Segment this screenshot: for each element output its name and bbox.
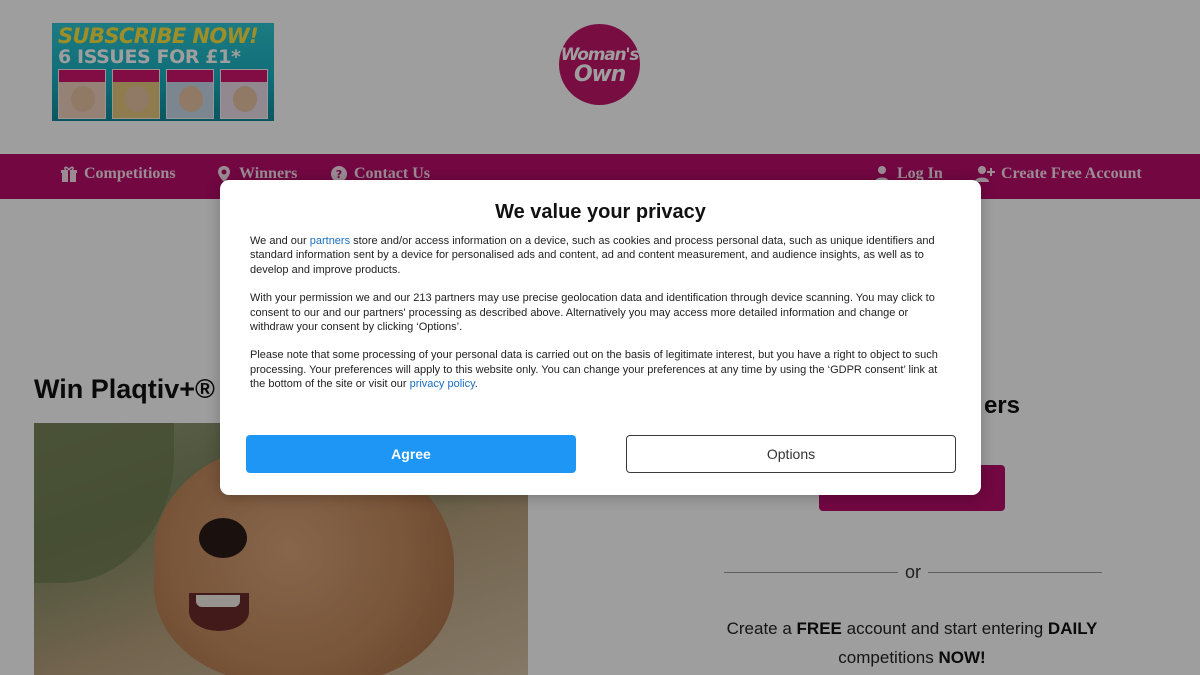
agree-button[interactable]: Agree [246,435,576,473]
privacy-policy-link[interactable]: privacy policy [410,378,475,390]
p3-text-after: . [474,378,478,391]
dialog-title: We value your privacy [495,201,706,223]
p1-text-after: store and/or access information on a dev… [250,235,935,276]
consent-paragraph-1: We and our partners store and/or access … [250,234,952,277]
partners-link[interactable]: partners [310,235,350,247]
consent-paragraph-3: Please note that some processing of your… [250,348,952,391]
dialog-body: We and our partners store and/or access … [250,234,952,406]
privacy-consent-dialog: We value your privacy We and our partner… [220,180,981,495]
p1-text-before: We and our [250,235,310,247]
p3-text-before: Please note that some processing of your… [250,349,938,391]
options-button[interactable]: Options [626,435,956,473]
consent-paragraph-2: With your permission we and our 213 part… [250,292,935,334]
